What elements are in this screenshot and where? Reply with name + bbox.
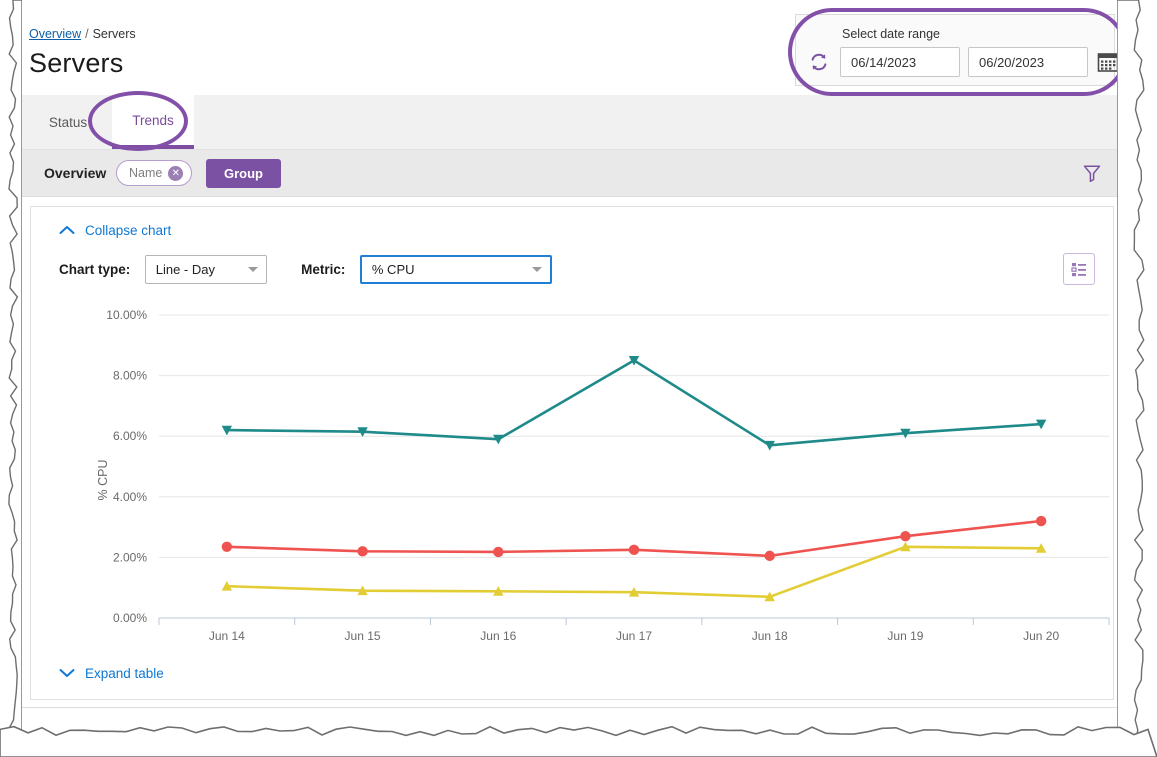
date-range-end-input[interactable]: [968, 47, 1088, 77]
chart-marker-series-red[interactable]: [222, 542, 232, 552]
refresh-icon[interactable]: [808, 51, 830, 73]
chart-type-label: Chart type:: [59, 262, 130, 277]
calendar-icon[interactable]: [1096, 50, 1120, 74]
expand-table-label: Expand table: [85, 666, 164, 681]
chart-marker-series-red[interactable]: [765, 551, 775, 561]
group-button[interactable]: Group: [206, 159, 281, 188]
chart-type-value: Line - Day: [156, 262, 215, 277]
chart-marker-series-red[interactable]: [629, 545, 639, 555]
metric-value: % CPU: [372, 262, 415, 277]
x-axis-tick-label: Jun 16: [480, 629, 516, 640]
trend-chart: 0.00% 2.00% 4.00% 6.00% 8.00% 10.00% % CPU Jun …: [31, 295, 1115, 640]
expand-table-link[interactable]: Expand table: [59, 666, 164, 681]
x-axis-tick-label: Jun 17: [616, 629, 652, 640]
filter-bar: Overview Name ✕ Group: [18, 150, 1125, 197]
y-axis-tick-label: 0.00%: [113, 611, 147, 625]
x-axis-tick-label: Jun 15: [345, 629, 381, 640]
tab-trends-label: Trends: [132, 113, 174, 128]
chart-controls: Chart type: Line - Day Metric: % CPU: [59, 255, 552, 285]
chevron-up-icon: [59, 223, 75, 238]
x-axis-tick-label: Jun 20: [1023, 629, 1059, 640]
chart-marker-series-red[interactable]: [1036, 516, 1046, 526]
filter-chip-label: Name: [129, 166, 162, 180]
tab-strip: Status Trends: [18, 95, 1125, 150]
chart-line-series-teal: [227, 360, 1041, 445]
tab-status-label: Status: [49, 115, 87, 130]
chart-marker-series-red[interactable]: [900, 531, 910, 541]
collapse-chart-link[interactable]: Collapse chart: [59, 223, 171, 238]
chart-marker-series-red[interactable]: [493, 547, 503, 557]
close-icon[interactable]: ✕: [168, 166, 183, 181]
chevron-down-icon: [59, 666, 75, 681]
x-axis-tick-label: Jun 19: [887, 629, 923, 640]
x-axis-tick-label: Jun 18: [752, 629, 788, 640]
chevron-down-icon: [532, 267, 542, 272]
metric-label: Metric:: [301, 262, 345, 277]
page-title: Servers: [29, 48, 123, 79]
y-axis-title: % CPU: [96, 460, 110, 501]
tab-status[interactable]: Status: [32, 95, 104, 149]
legend-list-icon[interactable]: [1063, 253, 1095, 285]
collapse-chart-label: Collapse chart: [85, 223, 171, 238]
breadcrumb-current: Servers: [93, 27, 136, 41]
screenshot-root: Overview / Servers Servers Status Trends O…: [0, 0, 1157, 757]
chart-panel: Collapse chart Chart type: Line - Day Me…: [30, 206, 1114, 700]
chevron-down-icon: [248, 267, 258, 272]
funnel-icon[interactable]: [1079, 160, 1105, 186]
breadcrumb: Overview / Servers: [29, 27, 136, 41]
chart-type-select[interactable]: Line - Day: [145, 255, 267, 284]
y-axis-tick-label: 4.00%: [113, 490, 147, 504]
y-axis-tick-label: 6.00%: [113, 429, 147, 443]
date-range-label: Select date range: [842, 27, 940, 41]
chart-marker-series-red[interactable]: [357, 546, 367, 556]
date-range-picker: Select date range: [795, 14, 1115, 86]
y-axis-tick-label: 2.00%: [113, 550, 147, 564]
filter-chip-name[interactable]: Name ✕: [116, 160, 192, 186]
breadcrumb-link-overview[interactable]: Overview: [29, 27, 81, 41]
date-range-start-input[interactable]: [840, 47, 960, 77]
metric-select[interactable]: % CPU: [360, 255, 552, 284]
app-window: Overview / Servers Servers Status Trends O…: [18, 6, 1125, 708]
x-axis-tick-label: Jun 14: [209, 629, 245, 640]
y-axis-tick-label: 8.00%: [113, 369, 147, 383]
filter-bar-title: Overview: [44, 165, 106, 181]
trend-chart-svg: 0.00% 2.00% 4.00% 6.00% 8.00% 10.00% % CPU Jun …: [31, 295, 1115, 640]
tab-trends[interactable]: Trends: [112, 95, 194, 149]
y-axis-tick-label: 10.00%: [106, 308, 147, 322]
breadcrumb-separator: /: [85, 27, 88, 41]
